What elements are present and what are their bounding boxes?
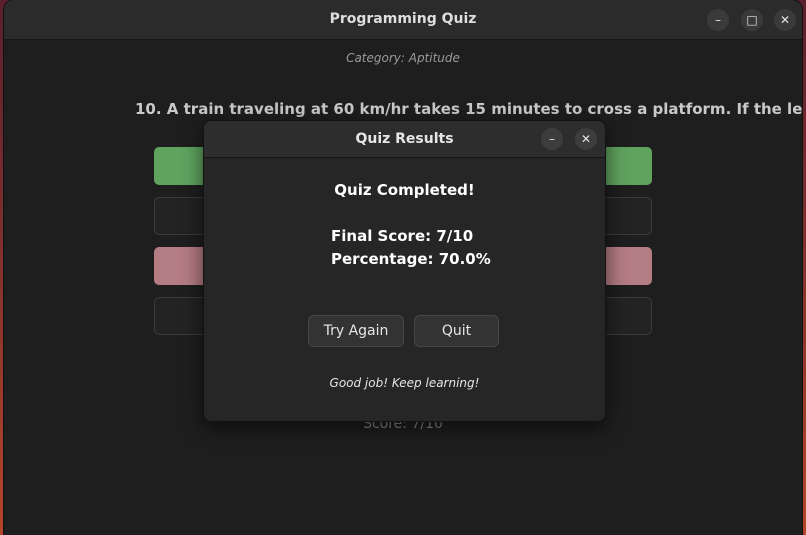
main-titlebar: Programming Quiz – □ ✕: [4, 0, 802, 40]
close-button[interactable]: ✕: [774, 9, 796, 31]
minimize-icon: –: [715, 13, 721, 27]
dialog-titlebar: Quiz Results – ✕: [204, 121, 605, 158]
try-again-button[interactable]: Try Again: [308, 315, 404, 347]
quiz-results-dialog: Quiz Results – ✕ Quiz Completed! Final S…: [203, 120, 606, 422]
close-icon: ✕: [580, 132, 592, 146]
maximize-button[interactable]: □: [741, 9, 763, 31]
encouragement-message: Good job! Keep learning!: [329, 376, 480, 390]
dialog-minimize-button[interactable]: –: [541, 128, 563, 150]
minimize-button[interactable]: –: [707, 9, 729, 31]
maximize-icon: □: [746, 13, 758, 27]
window-title: Programming Quiz: [329, 11, 477, 27]
minimize-icon: –: [549, 132, 555, 146]
quit-button[interactable]: Quit: [414, 315, 499, 347]
results-heading: Quiz Completed!: [334, 181, 475, 199]
close-icon: ✕: [779, 13, 791, 27]
dialog-close-button[interactable]: ✕: [575, 128, 597, 150]
percentage: Percentage: 70.0%: [331, 250, 491, 268]
final-score: Final Score: 7/10: [331, 227, 474, 245]
